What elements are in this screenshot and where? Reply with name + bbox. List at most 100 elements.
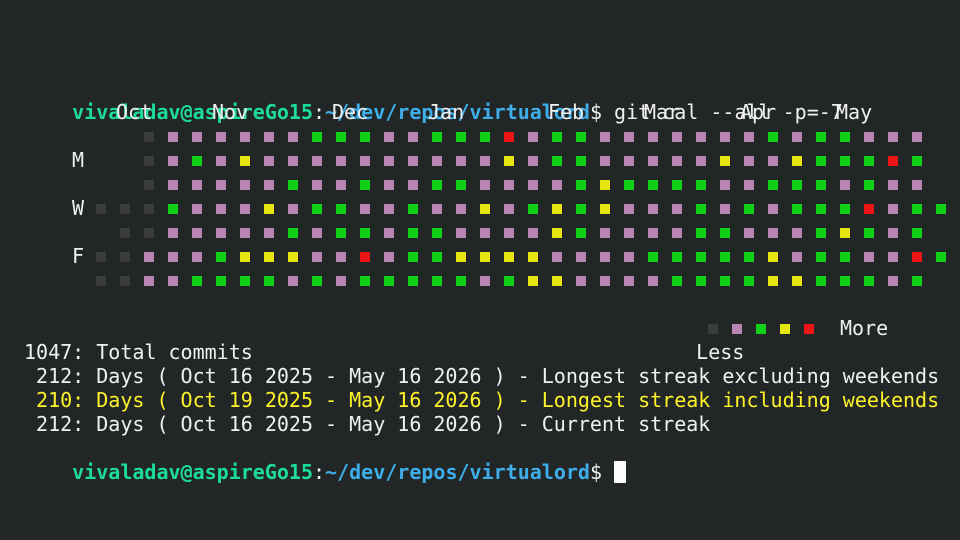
- text-cursor: [614, 461, 627, 483]
- day-cell: [672, 252, 682, 262]
- day-cell: [816, 132, 826, 142]
- day-cell: [888, 132, 898, 142]
- day-cell: [192, 204, 202, 214]
- day-cell: [768, 180, 778, 190]
- legend-more-label: More: [840, 316, 889, 340]
- day-cell: [96, 252, 106, 262]
- weekday-label: W: [72, 196, 85, 220]
- day-cell: [336, 204, 346, 214]
- day-cell: [456, 156, 466, 166]
- day-cell: [840, 156, 850, 166]
- day-cell: [240, 132, 250, 142]
- day-cell: [744, 252, 754, 262]
- day-cell: [744, 132, 754, 142]
- day-cell: [624, 156, 634, 166]
- day-cell: [672, 132, 682, 142]
- day-cell: [576, 276, 586, 286]
- day-cell: [600, 204, 610, 214]
- day-cell: [672, 204, 682, 214]
- day-cell: [816, 276, 826, 286]
- day-cell: [432, 228, 442, 238]
- day-cell: [840, 204, 850, 214]
- day-cell: [672, 228, 682, 238]
- day-cell: [576, 156, 586, 166]
- day-cell: [576, 132, 586, 142]
- day-cell: [432, 204, 442, 214]
- day-cell: [168, 276, 178, 286]
- day-cell: [408, 156, 418, 166]
- day-cell: [168, 252, 178, 262]
- day-cell: [288, 180, 298, 190]
- day-cell: [696, 180, 706, 190]
- day-cell: [696, 156, 706, 166]
- day-cell: [600, 276, 610, 286]
- day-cell: [288, 252, 298, 262]
- day-cell: [792, 276, 802, 286]
- legend-swatch: [732, 324, 742, 334]
- day-cell: [288, 204, 298, 214]
- day-cell: [432, 276, 442, 286]
- day-cell: [864, 228, 874, 238]
- day-cell: [912, 132, 922, 142]
- day-cell: [624, 228, 634, 238]
- day-cell: [144, 276, 154, 286]
- month-label: Oct: [116, 100, 153, 124]
- prompt-user-host: vivaladav@aspireGo15: [72, 100, 313, 124]
- day-cell: [624, 276, 634, 286]
- day-cell: [168, 204, 178, 214]
- day-cell: [240, 276, 250, 286]
- day-cell: [696, 252, 706, 262]
- day-cell: [168, 132, 178, 142]
- day-cell: [504, 228, 514, 238]
- day-cell: [648, 228, 658, 238]
- day-cell: [288, 228, 298, 238]
- day-cell: [624, 252, 634, 262]
- day-cell: [240, 204, 250, 214]
- day-cell: [792, 252, 802, 262]
- day-cell: [456, 180, 466, 190]
- day-cell: [264, 276, 274, 286]
- day-cell: [408, 228, 418, 238]
- day-cell: [336, 180, 346, 190]
- day-cell: [840, 132, 850, 142]
- day-cell: [120, 252, 130, 262]
- day-cell: [312, 204, 322, 214]
- day-cell: [336, 156, 346, 166]
- day-cell: [648, 276, 658, 286]
- day-cell: [768, 276, 778, 286]
- day-cell: [192, 180, 202, 190]
- prompt-dollar: $: [589, 100, 602, 124]
- day-cell: [216, 276, 226, 286]
- day-cell: [792, 156, 802, 166]
- day-cell: [888, 276, 898, 286]
- day-cell: [552, 156, 562, 166]
- day-cell: [672, 276, 682, 286]
- day-cell: [528, 156, 538, 166]
- legend-swatch: [756, 324, 766, 334]
- day-cell: [816, 180, 826, 190]
- prompt-user-host: vivaladav@aspireGo15: [72, 460, 313, 484]
- day-cell: [168, 228, 178, 238]
- day-cell: [888, 156, 898, 166]
- day-cell: [216, 132, 226, 142]
- day-cell: [216, 204, 226, 214]
- day-cell: [648, 180, 658, 190]
- terminal-window[interactable]: vivaladav@aspireGo15:~/dev/repos/virtual…: [0, 0, 960, 540]
- day-cell: [648, 204, 658, 214]
- day-cell: [192, 276, 202, 286]
- day-cell: [528, 276, 538, 286]
- day-cell: [480, 276, 490, 286]
- prompt-line[interactable]: vivaladav@aspireGo15:~/dev/repos/virtual…: [24, 436, 627, 484]
- stat-current-streak: 212: Days ( Oct 16 2025 - May 16 2026 ) …: [24, 412, 711, 436]
- day-cell: [552, 180, 562, 190]
- day-cell: [384, 132, 394, 142]
- day-cell: [216, 228, 226, 238]
- day-cell: [528, 228, 538, 238]
- day-cell: [384, 156, 394, 166]
- day-cell: [288, 276, 298, 286]
- month-label: Dec: [332, 100, 369, 124]
- prompt-separator: :: [313, 100, 326, 124]
- day-cell: [288, 156, 298, 166]
- day-cell: [264, 156, 274, 166]
- day-cell: [792, 132, 802, 142]
